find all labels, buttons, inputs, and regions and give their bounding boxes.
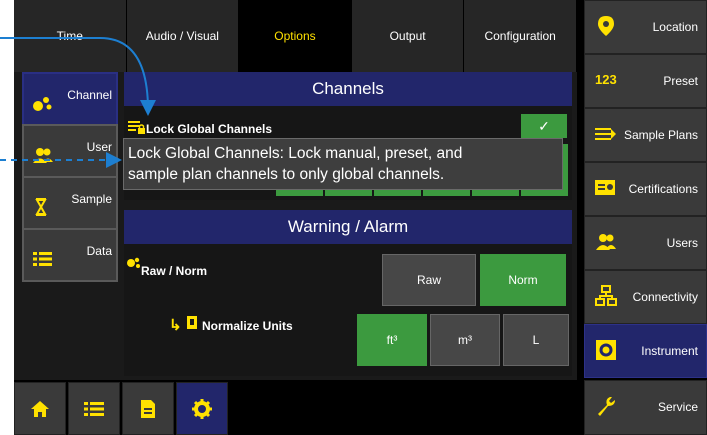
lock-global-row: Lock Global Channels ✓ [124, 114, 572, 140]
norm-button[interactable]: Norm [480, 254, 566, 306]
rightnav-label: Instrument [641, 344, 698, 358]
normalize-units-icon [186, 315, 198, 330]
check-icon: ✓ [538, 117, 550, 134]
rightnav-label: Sample Plans [623, 128, 698, 142]
tab-time[interactable]: Time [14, 0, 127, 72]
leftnav-item-sample[interactable]: Sample [22, 176, 118, 230]
tab-label: Audio / Visual [145, 29, 219, 43]
hourglass-icon [32, 198, 54, 216]
normalize-units-row: ↳ Normalize Units ft³ m³ L [124, 314, 572, 370]
location-pin-icon [595, 15, 617, 37]
dots-icon [32, 94, 54, 112]
rightnav-label: Preset [663, 74, 698, 88]
leftnav-item-user[interactable]: User [22, 124, 118, 178]
sample-plans-icon [595, 123, 617, 145]
tab-label: Output [389, 29, 426, 43]
tab-label: Options [274, 29, 316, 43]
lock-global-label: Lock Global Channels [146, 122, 273, 136]
home-button[interactable] [14, 382, 66, 435]
leftnav-label: User [86, 140, 112, 154]
list-button[interactable] [68, 382, 120, 435]
rightnav-item-instrument[interactable]: Instrument [584, 324, 707, 378]
tooltip: Lock Global Channels: Lock manual, prese… [123, 138, 563, 190]
unit-label: ft³ [386, 333, 398, 347]
normalize-units-label: Normalize Units [202, 319, 293, 333]
unit-button-ft3[interactable]: ft³ [357, 314, 427, 366]
network-icon [595, 285, 617, 307]
raw-button-label: Raw [416, 273, 441, 287]
unit-label: L [532, 333, 540, 347]
raw-button[interactable]: Raw [382, 254, 476, 306]
leftnav-label: Data [86, 244, 112, 258]
tab-audio-visual[interactable]: Audio / Visual [126, 0, 240, 72]
tooltip-line: sample plan channels to only global chan… [128, 166, 445, 183]
rightnav-item-users[interactable]: Users [584, 216, 707, 270]
leftnav-label: Sample [71, 192, 112, 206]
lock-global-checkbox[interactable]: ✓ [521, 114, 567, 138]
gear-icon [595, 339, 617, 361]
rightnav-label: Connectivity [632, 290, 698, 304]
rightnav-item-preset[interactable]: 123 Preset [584, 54, 707, 108]
list-icon [32, 250, 54, 268]
right-nav: Location 123 Preset Sample Plans Certifi… [584, 0, 707, 435]
certificate-icon [595, 177, 617, 199]
leftnav-label: Channel [67, 88, 112, 102]
rightnav-item-location[interactable]: Location [584, 0, 707, 54]
warning-alarm-panel: Warning / Alarm Raw / Norm Raw Norm ↳ No… [124, 210, 572, 376]
gear-icon [192, 398, 212, 419]
leftnav-item-data[interactable]: Data [22, 228, 118, 282]
rightnav-label: Certifications [628, 182, 698, 196]
list-icon [84, 401, 104, 417]
rightnav-label: Location [652, 20, 698, 34]
rightnav-label: Users [666, 236, 698, 250]
settings-button[interactable] [176, 382, 228, 435]
tab-label: Time [56, 29, 83, 43]
leftnav-item-channel[interactable]: Channel [22, 72, 118, 126]
lock-list-icon [128, 120, 146, 134]
raw-norm-row: Raw / Norm Raw Norm [124, 252, 572, 308]
tab-configuration[interactable]: Configuration [464, 0, 577, 72]
tooltip-line: Lock Global Channels: Lock manual, prese… [128, 145, 463, 162]
rightnav-item-service[interactable]: Service [584, 380, 707, 435]
users-icon [32, 146, 54, 164]
norm-button-label: Norm [508, 273, 538, 287]
wrench-icon [595, 395, 617, 417]
dots-icon [126, 257, 142, 271]
document-icon [140, 399, 156, 419]
rightnav-label: Service [657, 400, 698, 414]
top-tab-bar: Time Audio / Visual Options Output Confi… [14, 0, 577, 72]
channels-title: Channels [312, 79, 384, 98]
unit-label: m³ [458, 333, 472, 347]
warning-alarm-title: Warning / Alarm [287, 217, 409, 236]
document-button[interactable] [122, 382, 174, 435]
rightnav-item-connectivity[interactable]: Connectivity [584, 270, 707, 324]
rightnav-item-sample-plans[interactable]: Sample Plans [584, 108, 707, 162]
content-area: Channel User Sample Data Channels Lock G… [14, 72, 577, 380]
rightnav-item-certifications[interactable]: Certifications [584, 162, 707, 216]
home-icon [30, 400, 50, 418]
warning-alarm-header: Warning / Alarm [124, 210, 572, 244]
sub-arrow-icon: ↳ [169, 317, 182, 334]
users-icon [595, 231, 617, 253]
tab-options[interactable]: Options [239, 0, 352, 72]
unit-button-m3[interactable]: m³ [430, 314, 500, 366]
channels-header: Channels [124, 72, 572, 106]
unit-button-l[interactable]: L [503, 314, 569, 366]
123-icon: 123 [595, 72, 617, 87]
tab-output[interactable]: Output [351, 0, 465, 72]
raw-norm-label: Raw / Norm [141, 264, 208, 278]
tab-label: Configuration [484, 29, 556, 43]
bottom-bar [14, 382, 577, 435]
device-screen: Time Audio / Visual Options Output Confi… [14, 0, 707, 435]
